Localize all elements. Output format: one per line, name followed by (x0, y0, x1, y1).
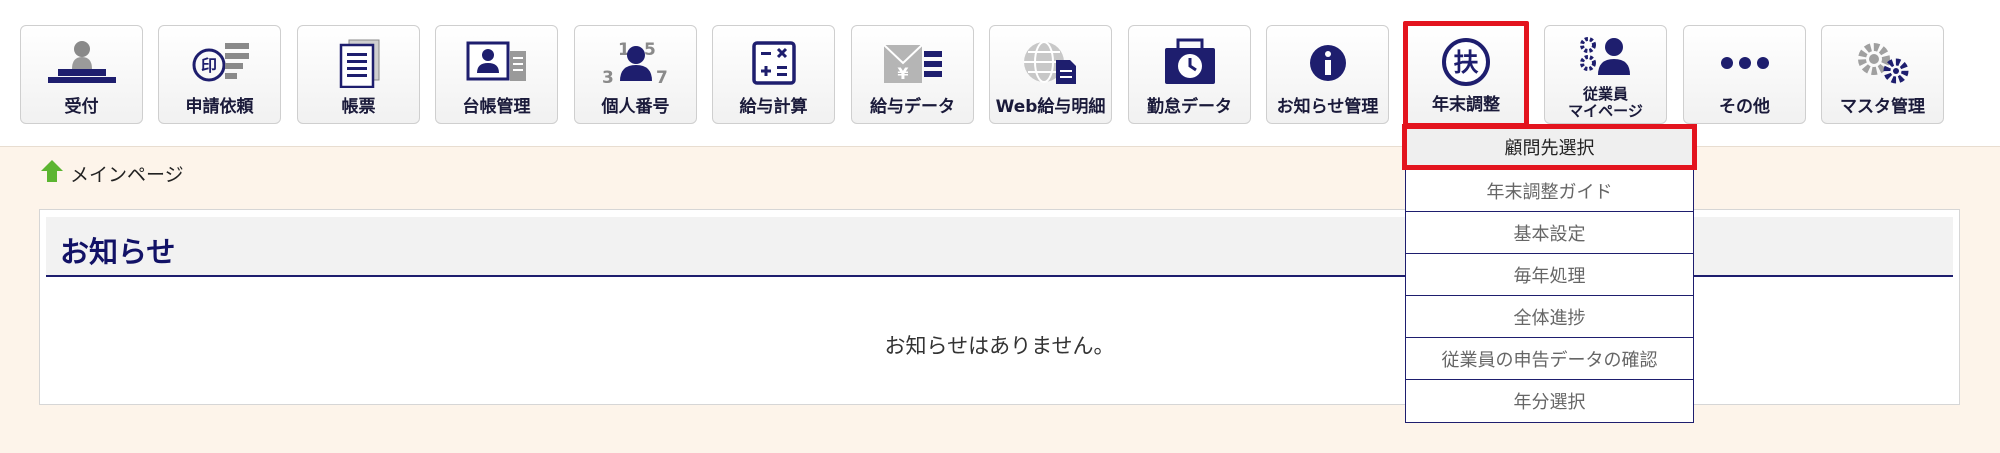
svg-text:印: 印 (200, 56, 216, 75)
tile-others[interactable]: その他 (1683, 25, 1806, 124)
reception-stamp-icon (21, 38, 142, 88)
menu-item-annual-processing[interactable]: 毎年処理 (1406, 254, 1693, 296)
forms-icon (298, 38, 419, 88)
employee-mypage-icon (1545, 32, 1666, 82)
tile-label: 従業員 マイページ (1568, 85, 1643, 121)
personal-number-icon: 1537 (575, 38, 696, 88)
tile-master-management[interactable]: マスタ管理 (1821, 25, 1944, 124)
tile-reception[interactable]: 受付 (20, 25, 143, 124)
svg-text:5: 5 (644, 40, 656, 60)
tile-label: 申請依頼 (185, 97, 254, 117)
attendance-data-icon (1129, 38, 1250, 88)
gears-icon (1822, 38, 1943, 88)
payroll-data-icon: ¥ (852, 38, 973, 88)
svg-text:扶: 扶 (1453, 48, 1478, 77)
tile-label: 給与計算 (739, 97, 808, 117)
web-payslip-icon (990, 38, 1111, 88)
tile-label: 勤怠データ (1147, 97, 1232, 117)
tile-label: 帳票 (341, 97, 376, 117)
tile-label: お知らせ管理 (1276, 97, 1379, 117)
tile-personal-number[interactable]: 1537 個人番号 (574, 25, 697, 124)
notice-title: お知らせ (60, 235, 176, 269)
menu-item-year-select[interactable]: 年分選択 (1406, 380, 1693, 422)
tile-label: 受付 (64, 97, 99, 117)
tile-year-end-adjustment[interactable]: 扶 年末調整 (1403, 21, 1529, 128)
tile-label: 台帳管理 (462, 97, 531, 117)
application-request-icon: 印 (159, 38, 280, 88)
year-end-adjustment-menu: 顧問先選択 年末調整ガイド 基本設定 毎年処理 全体進捗 従業員の申告データの確… (1402, 124, 1697, 423)
breadcrumb: メインページ (40, 158, 184, 188)
home-arrow-icon[interactable] (40, 159, 64, 187)
svg-text:7: 7 (656, 68, 668, 88)
calculator-icon (713, 38, 834, 88)
tile-label: Web給与明細 (995, 97, 1106, 117)
tile-label: その他 (1719, 97, 1770, 117)
tile-notice-management[interactable]: お知らせ管理 (1266, 25, 1389, 124)
tile-payroll-calculation[interactable]: 給与計算 (712, 25, 835, 124)
fu-circle-icon: 扶 (1408, 37, 1524, 87)
menu-item-employee-declaration-check[interactable]: 従業員の申告データの確認 (1406, 338, 1693, 380)
menu-item-overall-progress[interactable]: 全体進捗 (1406, 296, 1693, 338)
tile-forms[interactable]: 帳票 (297, 25, 420, 124)
tile-label: マスタ管理 (1840, 97, 1925, 117)
ledger-management-icon (436, 38, 557, 88)
svg-text:3: 3 (602, 68, 614, 88)
tile-label: 年末調整 (1432, 95, 1500, 115)
tile-web-payslip[interactable]: Web給与明細 (989, 25, 1112, 124)
tile-attendance-data[interactable]: 勤怠データ (1128, 25, 1251, 124)
more-dots-icon (1684, 38, 1805, 88)
breadcrumb-main-page-link[interactable]: メインページ (70, 160, 184, 187)
tile-label: 個人番号 (601, 97, 670, 117)
tile-label: 給与データ (870, 97, 955, 117)
menu-item-client-select[interactable]: 顧問先選択 (1402, 124, 1697, 170)
tile-application-request[interactable]: 印 申請依頼 (158, 25, 281, 124)
main-toolbar: 受付 印 申請依頼 帳票 台帳管理 1537 個人番号 給与計算 ¥ 給与データ… (0, 0, 2000, 147)
menu-item-guide[interactable]: 年末調整ガイド (1406, 170, 1693, 212)
svg-text:¥: ¥ (897, 64, 908, 83)
tile-ledger-management[interactable]: 台帳管理 (435, 25, 558, 124)
menu-item-basic-settings[interactable]: 基本設定 (1406, 212, 1693, 254)
tile-employee-mypage[interactable]: 従業員 マイページ (1544, 25, 1667, 124)
tile-payroll-data[interactable]: ¥ 給与データ (851, 25, 974, 124)
info-icon (1267, 38, 1388, 88)
